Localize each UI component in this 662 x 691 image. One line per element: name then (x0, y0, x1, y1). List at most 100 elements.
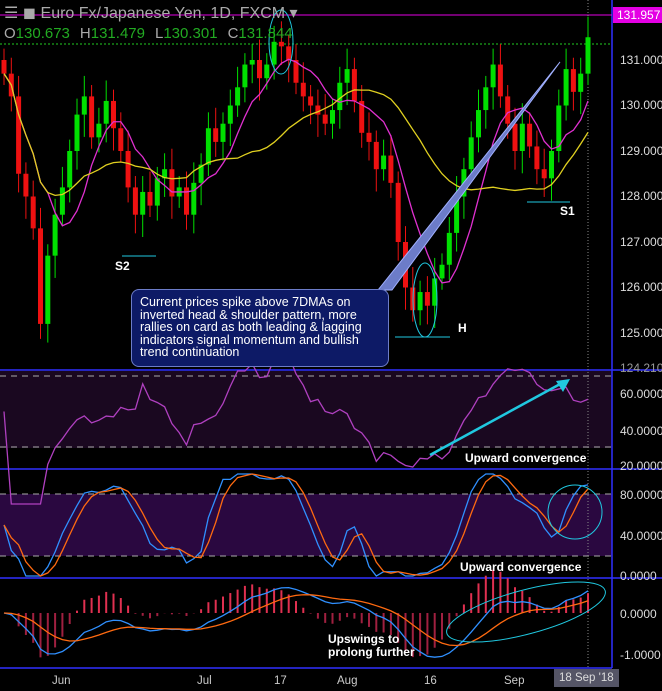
candle-body (585, 37, 591, 74)
candle-body (366, 132, 372, 142)
rsi-tick: 60.0000 (620, 387, 662, 401)
candle-body (38, 228, 43, 324)
candle-body (147, 191, 153, 206)
candle-body (322, 114, 328, 124)
date-tick: Aug (337, 675, 358, 687)
last-price-tag: 131.957 (613, 7, 662, 23)
rsi-note: Upward convergence (465, 451, 587, 465)
candle-body (388, 155, 394, 183)
date-tick: Sep (504, 675, 525, 687)
candle-body (286, 46, 292, 60)
stoch-note: Upward convergence (460, 560, 582, 574)
candle-body (118, 128, 124, 151)
close-value: 131.844 (238, 25, 293, 42)
candle-body (257, 60, 262, 79)
candle-body (45, 255, 51, 324)
candle-body (534, 146, 540, 170)
high-value: 131.479 (90, 25, 145, 42)
price-tick: 130.000 (620, 98, 662, 112)
open-value: 130.673 (15, 25, 70, 42)
price-tick: 124.210 (620, 361, 662, 375)
price-tick: 126.000 (620, 280, 662, 294)
candle-body (154, 178, 160, 206)
candle-body (483, 87, 489, 111)
candle-body (264, 64, 270, 79)
macd-tick: 0.0000 (620, 607, 657, 621)
candle-body (213, 128, 219, 142)
price-tick: 129.000 (620, 144, 662, 158)
candle-body (490, 64, 496, 88)
candle-body (476, 110, 481, 138)
candle-body (578, 73, 584, 92)
candle-body (103, 100, 109, 124)
candle-body (96, 123, 102, 138)
macd-tick: -1.0000 (620, 648, 661, 662)
candle-body (30, 196, 36, 229)
candle-body (381, 155, 387, 170)
candle-body (570, 69, 576, 92)
candle-body (74, 114, 80, 151)
chart-window[interactable]: ☰ ◼ Euro Fx/Japanese Yen, 1D, FXCM ▾ O13… (0, 0, 662, 691)
candle-body (235, 87, 241, 106)
candle-body (191, 182, 197, 215)
candle-body (125, 151, 131, 188)
candle-body (278, 41, 284, 47)
candle-body (89, 96, 95, 138)
candle-body (519, 123, 525, 151)
candle-body (315, 105, 321, 115)
analysis-callout: Current prices spike above 7DMAs on inve… (131, 289, 389, 367)
candle-body (1, 60, 7, 74)
h-label: H (79, 25, 91, 42)
date-tick: Jun (52, 675, 71, 687)
ohlc-readout: O130.673 H131.479 L130.301 C131.844 (4, 25, 303, 42)
candle-body (67, 151, 73, 188)
callout-pointer (376, 61, 561, 291)
candle-body (527, 123, 533, 147)
candle-body (271, 41, 277, 65)
rsi-tick: 40.0000 (620, 424, 662, 438)
macd-note: Upswings to prolong further (328, 632, 415, 659)
crosshair-date-tag: 18 Sep '18 (554, 669, 619, 687)
rsi-band (0, 371, 612, 448)
candle-body (227, 105, 233, 124)
candle-body (344, 69, 350, 83)
s2-label: S2 (115, 259, 130, 273)
candle-body (220, 123, 226, 142)
low-value: 130.301 (163, 25, 218, 42)
candle-body (351, 69, 357, 101)
candle-body (373, 141, 379, 170)
c-label: C (227, 25, 239, 42)
candle-body (395, 182, 401, 242)
date-tick: Jul (197, 675, 212, 687)
candle-body (300, 82, 306, 97)
price-tick: 128.000 (620, 189, 662, 203)
candle-body (132, 187, 138, 215)
price-tick: 125.000 (620, 326, 662, 340)
candle-body (549, 151, 554, 179)
candle-body (541, 169, 547, 179)
candle-body (59, 187, 65, 215)
candle-body (468, 137, 474, 170)
candle-body (242, 64, 248, 88)
candle-body (140, 191, 146, 215)
s1-label: S1 (560, 204, 575, 218)
candle-body (497, 64, 503, 97)
chart-title[interactable]: ☰ ◼ Euro Fx/Japanese Yen, 1D, FXCM ▾ (4, 3, 298, 23)
candle-body (249, 60, 255, 65)
candle-body (417, 292, 423, 311)
stoch-tick: 80.0000 (620, 488, 662, 502)
price-tick: 131.000 (620, 53, 662, 67)
candle-body (512, 123, 518, 151)
price-tick: 127.000 (620, 235, 662, 249)
candle-body (52, 214, 58, 256)
head-label: H (458, 321, 467, 335)
candle-body (205, 128, 211, 165)
candle-body (308, 96, 314, 106)
candle-body (23, 173, 29, 197)
candle-body (81, 96, 87, 115)
candle-body (446, 232, 452, 265)
rsi-tick: 20.0000 (620, 459, 662, 473)
stoch-tick: 0.0000 (620, 569, 657, 583)
symbol-title[interactable]: Euro Fx/Japanese Yen, 1D, FXCM (41, 5, 286, 22)
o-label: O (4, 25, 16, 42)
